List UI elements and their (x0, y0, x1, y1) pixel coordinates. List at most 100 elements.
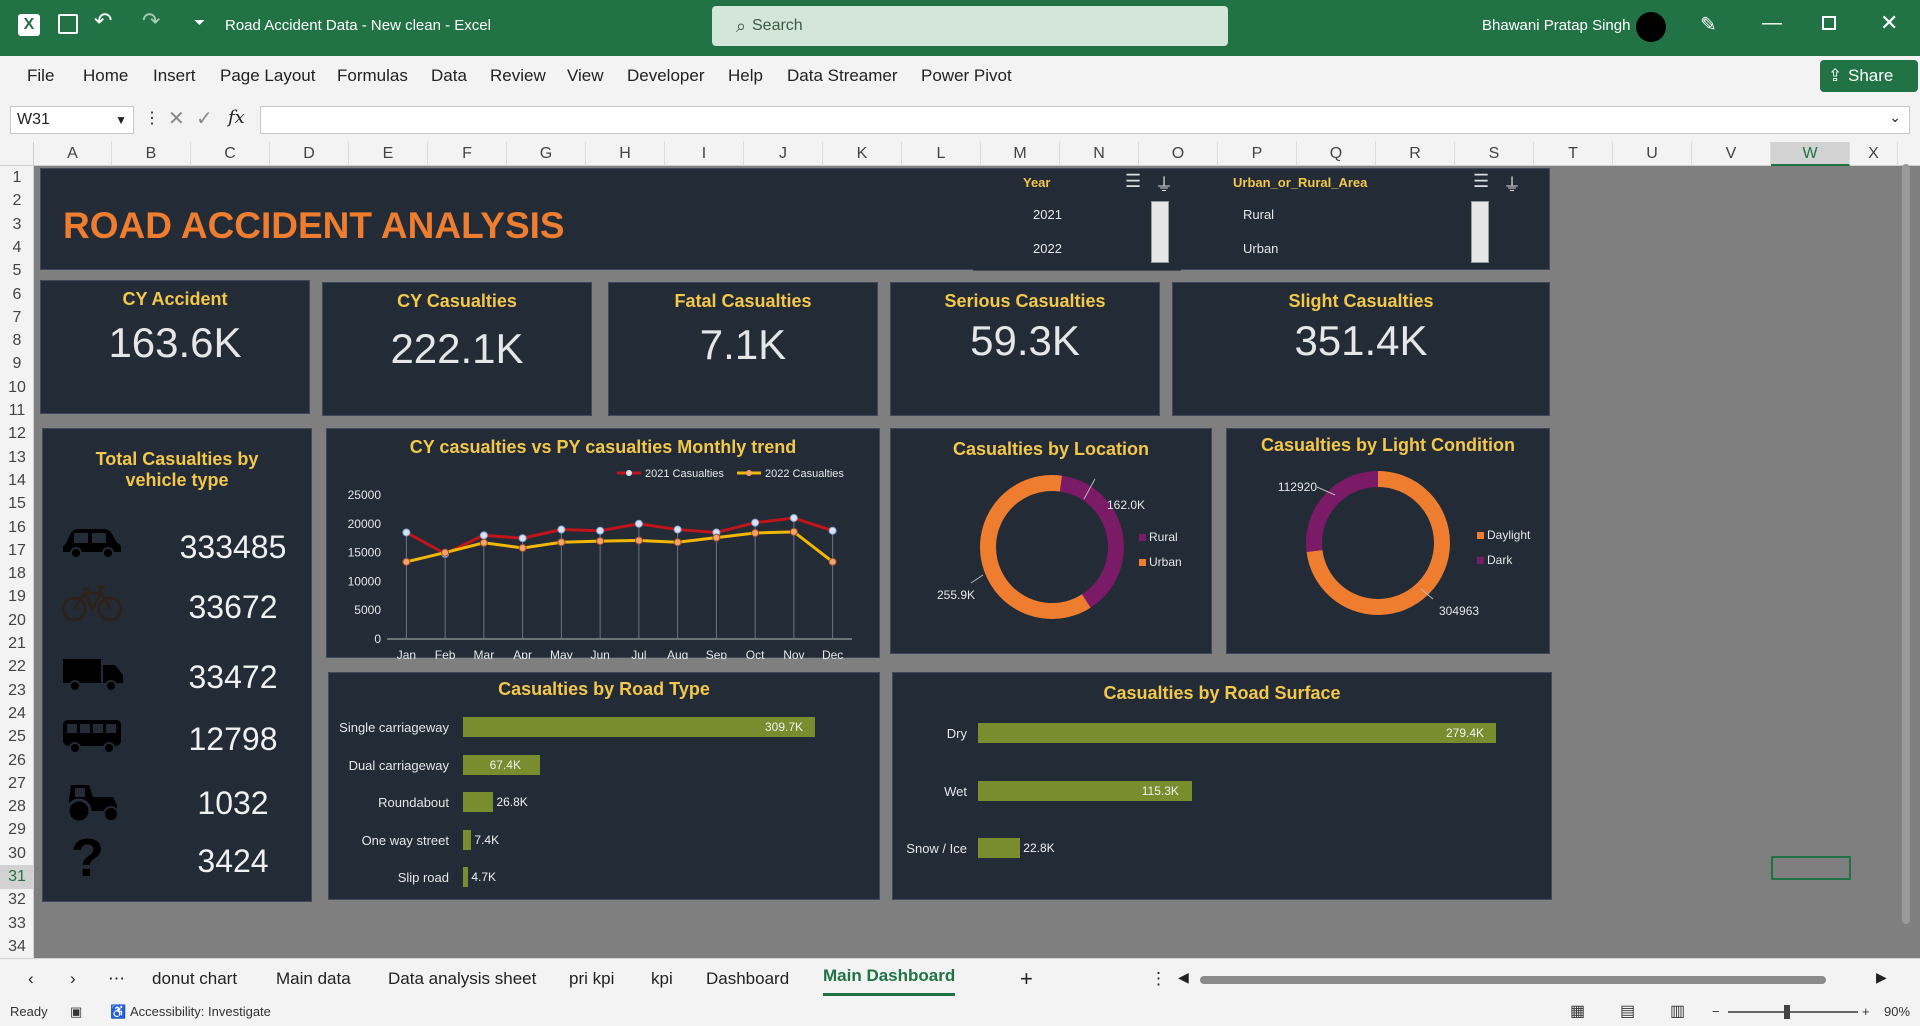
zoom-in-icon[interactable]: + (1862, 998, 1870, 1026)
column-header[interactable]: S (1455, 142, 1534, 166)
enter-icon[interactable]: ✓ (196, 106, 213, 131)
scroll-left-icon[interactable]: ◀ (1178, 969, 1189, 986)
sheet-tab[interactable]: Data analysis sheet (388, 959, 536, 999)
slicer-area-urban[interactable]: Urban (1243, 241, 1278, 256)
macro-record-icon[interactable]: ▣ (70, 998, 82, 1026)
row-header[interactable]: 33 (0, 912, 34, 936)
column-header[interactable]: M (981, 142, 1060, 166)
row-header[interactable]: 1 (0, 166, 34, 190)
row-header[interactable]: 5 (0, 259, 34, 283)
row-header[interactable]: 18 (0, 562, 34, 586)
undo-icon[interactable]: ↶ (94, 8, 112, 34)
tab-help[interactable]: Help (728, 56, 763, 96)
add-sheet-icon[interactable]: + (1020, 959, 1033, 999)
sheet-tab-active[interactable]: Main Dashboard (823, 959, 956, 996)
row-header[interactable]: 17 (0, 539, 34, 563)
close-icon[interactable]: ✕ (1880, 10, 1898, 36)
row-header[interactable]: 32 (0, 888, 34, 912)
scroll-right-icon[interactable]: ▶ (1876, 969, 1887, 986)
zoom-slider[interactable] (1728, 1005, 1858, 1019)
column-header[interactable]: Q (1297, 142, 1376, 166)
more-options-icon[interactable]: ⋮ (144, 108, 160, 128)
row-header[interactable]: 11 (0, 399, 34, 423)
row-header[interactable]: 23 (0, 679, 34, 703)
slicer-scrollbar[interactable] (1151, 201, 1169, 263)
row-header[interactable]: 30 (0, 842, 34, 866)
clear-filter-icon[interactable]: ⏚ (1155, 171, 1173, 197)
row-header[interactable]: 14 (0, 469, 34, 493)
column-header[interactable]: P (1218, 142, 1297, 166)
row-header[interactable]: 29 (0, 818, 34, 842)
customize-qat-icon[interactable]: ⏷ (194, 14, 205, 31)
multi-select-icon[interactable]: ☰ (1473, 171, 1489, 192)
prev-sheet-icon[interactable]: ‹ (28, 959, 34, 999)
redo-icon[interactable]: ↷ (142, 8, 160, 34)
normal-view-icon[interactable]: ▦ (1570, 998, 1585, 1026)
expand-formula-icon[interactable]: ⌄ (1889, 109, 1901, 126)
sheet-tab[interactable]: pri kpi (569, 959, 614, 999)
accessibility-icon[interactable]: ♿ (110, 998, 126, 1026)
row-header[interactable]: 26 (0, 749, 34, 773)
column-header[interactable]: L (902, 142, 981, 166)
avatar[interactable] (1636, 12, 1666, 42)
vertical-scrollbar[interactable] (1900, 160, 1912, 956)
tab-developer[interactable]: Developer (627, 56, 705, 96)
tab-formulas[interactable]: Formulas (337, 56, 408, 96)
row-header[interactable]: 21 (0, 632, 34, 656)
row-header[interactable]: 8 (0, 329, 34, 353)
formula-input[interactable]: ⌄ (260, 106, 1910, 134)
restore-icon[interactable] (1822, 16, 1836, 30)
tab-file[interactable]: File (27, 56, 54, 96)
column-header[interactable]: W (1771, 142, 1850, 166)
tab-page-layout[interactable]: Page Layout (220, 56, 315, 96)
page-layout-view-icon[interactable]: ▤ (1620, 998, 1635, 1026)
clear-filter-icon[interactable]: ⏚ (1503, 171, 1521, 197)
row-header[interactable]: 10 (0, 376, 34, 400)
tab-view[interactable]: View (567, 56, 604, 96)
tab-power-pivot[interactable]: Power Pivot (921, 56, 1012, 96)
zoom-out-icon[interactable]: − (1712, 998, 1720, 1026)
row-header[interactable]: 28 (0, 795, 34, 819)
slicer-year[interactable]: Year ☰ ⏚ 2021 2022 (973, 169, 1181, 271)
column-header[interactable]: D (270, 142, 349, 166)
row-header[interactable]: 27 (0, 772, 34, 796)
column-header[interactable]: K (823, 142, 902, 166)
search-box[interactable]: ⌕ Search (712, 6, 1228, 46)
sheet-tab[interactable]: kpi (651, 959, 673, 999)
sheet-tab[interactable]: Main data (276, 959, 351, 999)
zoom-level[interactable]: 90% (1884, 998, 1910, 1026)
row-header[interactable]: 6 (0, 283, 34, 307)
row-header[interactable]: 7 (0, 306, 34, 330)
column-header[interactable]: X (1850, 142, 1898, 166)
column-header[interactable]: N (1060, 142, 1139, 166)
row-header[interactable]: 16 (0, 516, 34, 540)
slicer-area-rural[interactable]: Rural (1243, 207, 1274, 222)
cancel-icon[interactable]: ✕ (168, 106, 185, 131)
row-header[interactable]: 25 (0, 725, 34, 749)
more-sheets-icon[interactable]: ⋯ (108, 959, 125, 999)
column-header[interactable]: G (507, 142, 586, 166)
accessibility-status[interactable]: Accessibility: Investigate (130, 998, 271, 1026)
tab-options-icon[interactable]: ⋮ (1150, 959, 1167, 999)
name-box[interactable]: W31 ▼ (10, 106, 134, 134)
column-header[interactable]: A (34, 142, 112, 166)
zoom-slider-thumb[interactable] (1784, 1005, 1790, 1019)
scroll-thumb[interactable] (1200, 976, 1826, 984)
row-header[interactable]: 19 (0, 585, 34, 609)
column-header[interactable]: J (744, 142, 823, 166)
row-header[interactable]: 4 (0, 236, 34, 260)
select-all-corner[interactable] (0, 142, 34, 166)
column-header[interactable]: F (428, 142, 507, 166)
slicer-scrollbar[interactable] (1471, 201, 1489, 263)
row-header[interactable]: 24 (0, 702, 34, 726)
horizontal-scrollbar[interactable]: ◀ ▶ (1178, 969, 1890, 987)
scroll-thumb[interactable] (1902, 164, 1910, 924)
row-header[interactable]: 15 (0, 492, 34, 516)
row-header[interactable]: 3 (0, 213, 34, 237)
column-header[interactable]: U (1613, 142, 1692, 166)
save-icon[interactable] (58, 14, 78, 34)
row-header[interactable]: 2 (0, 189, 34, 213)
row-header[interactable]: 12 (0, 422, 34, 446)
sheet-tab[interactable]: Dashboard (706, 959, 789, 999)
user-name[interactable]: Bhawani Pratap Singh (1482, 0, 1630, 52)
